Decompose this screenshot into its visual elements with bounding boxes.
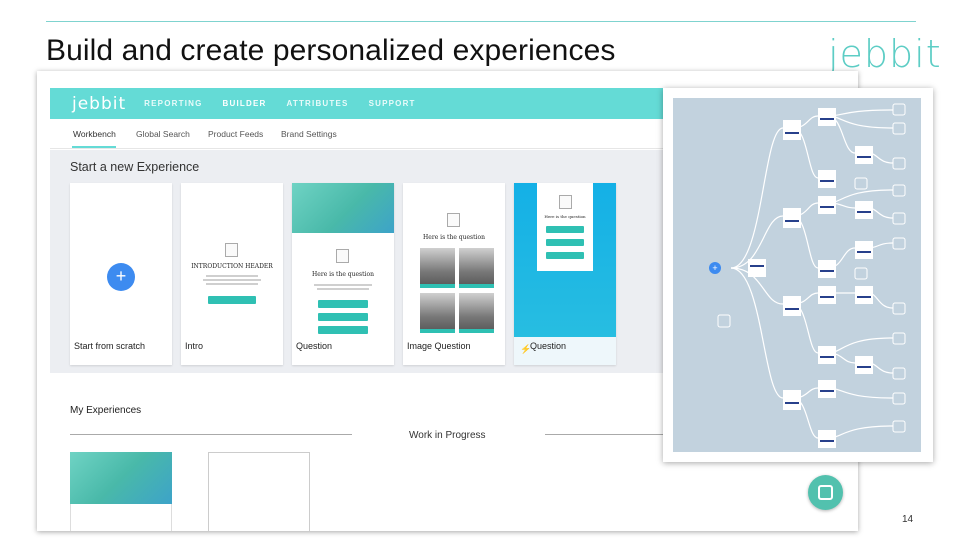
flow-node [818, 430, 836, 448]
image-placeholder-icon [336, 249, 349, 263]
app-logo[interactable]: jebbit [72, 94, 126, 114]
answer-button [546, 252, 584, 259]
flow-graph: + [709, 103, 906, 448]
top-rule [46, 21, 916, 22]
answer-button [546, 226, 584, 233]
flow-node [818, 260, 836, 278]
question-frame: Here is the question [537, 183, 593, 271]
flow-node [855, 286, 873, 304]
nav-reporting[interactable]: REPORTING [144, 99, 202, 108]
image-option [459, 248, 494, 288]
text-line [206, 283, 258, 285]
template-card-intro[interactable]: INTRODUCTION HEADER Intro [181, 183, 283, 365]
template-card-question-blue[interactable]: Here is the question ⚡ Question [514, 183, 616, 365]
image-option [459, 293, 494, 333]
flow-node [783, 296, 801, 316]
question-text: Here is the question [544, 214, 586, 219]
template-card-question[interactable]: Here is the question Question [292, 183, 394, 365]
card-label: Start from scratch [74, 341, 146, 351]
flow-node [783, 208, 801, 228]
brand-logo: jebbit [828, 32, 942, 76]
experience-card-empty[interactable] [208, 452, 310, 531]
answer-button [546, 239, 584, 246]
new-experience-panel: Start a new Experience + Start from scra… [50, 150, 670, 373]
chat-icon[interactable] [808, 475, 843, 510]
work-in-progress-label: Work in Progress [409, 430, 486, 441]
flow-canvas: + [673, 98, 921, 452]
flow-node [818, 108, 836, 126]
flow-node [818, 196, 836, 214]
flow-diagram-screenshot: + [663, 88, 933, 462]
nav-support[interactable]: SUPPORT [369, 99, 416, 108]
intro-header-text: INTRODUCTION HEADER [191, 263, 273, 270]
plus-icon[interactable]: + [107, 263, 135, 291]
page-number: 14 [902, 514, 914, 525]
nav-builder[interactable]: BUILDER [223, 99, 267, 108]
flow-node [855, 241, 873, 259]
tab-workbench[interactable]: Workbench [73, 129, 116, 139]
answer-button [318, 300, 368, 308]
landscape-image [292, 183, 394, 233]
answer-button [318, 313, 368, 321]
slide-title: Build and create personalized experience… [46, 34, 616, 67]
flow-node [783, 120, 801, 140]
flow-node [783, 390, 801, 410]
question-text: Here is the question [312, 271, 374, 278]
flow-node [818, 170, 836, 188]
text-line [206, 275, 258, 277]
text-line [317, 288, 369, 290]
flow-node [855, 356, 873, 374]
card-label: Image Question [407, 341, 471, 351]
flow-node [855, 201, 873, 219]
divider-right [545, 434, 665, 435]
nav-attributes[interactable]: ATTRIBUTES [286, 99, 348, 108]
flow-node [818, 380, 836, 398]
image-option [420, 293, 455, 333]
sub-navigation: Workbench Global Search Product Feeds Br… [50, 119, 670, 149]
card-label: Question [296, 341, 333, 351]
tab-brand-settings[interactable]: Brand Settings [281, 129, 337, 139]
tab-global-search[interactable]: Global Search [136, 129, 190, 139]
tab-product-feeds[interactable]: Product Feeds [208, 129, 263, 139]
flow-node [855, 146, 873, 164]
start-title: Start a new Experience [70, 160, 200, 174]
image-placeholder-icon [447, 213, 460, 227]
image-placeholder-icon [559, 195, 572, 209]
flow-node-empty [717, 314, 731, 328]
flow-node [748, 259, 766, 277]
card-label: Question [530, 341, 567, 351]
image-placeholder-icon [225, 243, 238, 257]
answer-button [318, 326, 368, 334]
text-line [314, 284, 372, 286]
template-card-image-question[interactable]: Here is the question Image Question [403, 183, 505, 365]
experience-thumbnail [70, 452, 172, 504]
template-card-scratch[interactable]: + Start from scratch [70, 183, 172, 365]
plus-icon: + [712, 263, 717, 273]
my-experiences-title: My Experiences [70, 405, 142, 416]
flow-node [818, 286, 836, 304]
image-option [420, 248, 455, 288]
question-text: Here is the question [423, 234, 485, 241]
text-line [203, 279, 261, 281]
app-topbar: jebbit REPORTING BUILDER ATTRIBUTES SUPP… [50, 88, 670, 119]
mini-button [208, 296, 256, 304]
flow-node [818, 346, 836, 364]
card-label: Intro [185, 341, 204, 351]
active-tab-underline [72, 146, 116, 148]
divider-left [70, 434, 352, 435]
